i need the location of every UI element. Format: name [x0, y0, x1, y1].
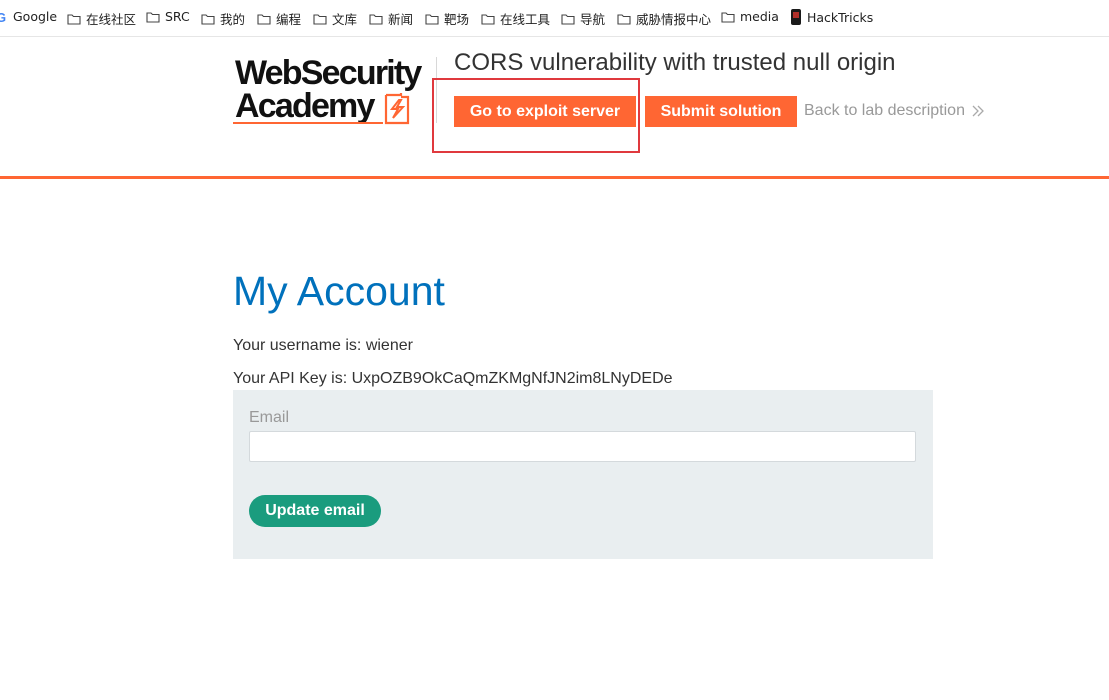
bookmark-google[interactable]: G Google	[0, 9, 57, 24]
svg-text:G: G	[0, 10, 6, 24]
bookmark-label: 新闻	[388, 12, 414, 27]
folder-icon	[425, 13, 439, 25]
email-input[interactable]	[249, 431, 916, 462]
api-key-text: Your API Key is: UxpOZB9OkCaQmZKMgNfJN2i…	[233, 370, 673, 387]
bookmark-folder[interactable]: 靶场	[425, 9, 469, 28]
bookmark-folder[interactable]: 在线工具	[481, 9, 550, 28]
folder-icon	[257, 13, 271, 25]
submit-solution-button[interactable]: Submit solution	[645, 96, 797, 127]
folder-icon	[561, 13, 575, 25]
folder-icon	[313, 13, 327, 25]
lightning-bolt-icon	[384, 93, 410, 125]
bookmark-label: Google	[13, 9, 58, 24]
bookmark-folder[interactable]: 在线社区	[67, 9, 136, 28]
bookmark-label: 我的	[220, 12, 246, 27]
folder-icon	[721, 11, 735, 23]
bookmark-label: 威胁情报中心	[636, 12, 712, 27]
highlight-annotation-box	[432, 78, 640, 153]
username-text: Your username is: wiener	[233, 337, 413, 354]
bookmark-folder[interactable]: SRC	[146, 9, 190, 24]
web-security-academy-logo[interactable]: WebSecurity Academy	[233, 53, 433, 128]
bookmark-label: 在线社区	[86, 12, 137, 27]
update-email-form: Email Update email	[233, 390, 933, 559]
folder-icon	[67, 13, 81, 25]
page-title: My Account	[233, 268, 445, 314]
lab-title: CORS vulnerability with trusted null ori…	[454, 49, 896, 76]
bookmark-label: SRC	[165, 9, 190, 24]
folder-icon	[146, 11, 160, 23]
logo-text-line2: Academy	[235, 87, 375, 125]
bookmark-folder[interactable]: 导航	[561, 9, 605, 28]
folder-icon	[369, 13, 383, 25]
header-separator	[0, 176, 1109, 179]
bookmark-label: 文库	[332, 12, 358, 27]
back-link-label: Back to lab description	[804, 102, 965, 119]
bookmark-label: 在线工具	[500, 12, 551, 27]
folder-icon	[201, 13, 215, 25]
bookmark-folder[interactable]: 我的	[201, 9, 245, 28]
update-email-button[interactable]: Update email	[249, 495, 381, 527]
bookmark-folder[interactable]: 编程	[257, 9, 301, 28]
bookmark-label: 编程	[276, 12, 302, 27]
logo-text-line1: WebSecurity	[235, 54, 422, 92]
logo-underline	[233, 122, 383, 124]
google-icon: G	[0, 10, 6, 24]
bookmarks-bar: G Google 在线社区 SRC 我的 编程 文库 新闻 靶场 在线工具 导航	[0, 0, 1109, 37]
folder-icon	[617, 13, 631, 25]
folder-icon	[481, 13, 495, 25]
bookmark-label: 靶场	[444, 12, 470, 27]
bookmark-folder[interactable]: media	[721, 9, 779, 24]
bookmark-hacktricks[interactable]: HackTricks	[790, 9, 873, 25]
bookmark-label: media	[740, 9, 779, 24]
back-to-lab-description-link[interactable]: Back to lab description	[804, 102, 985, 120]
email-label: Email	[249, 409, 290, 426]
bookmark-label: HackTricks	[807, 9, 874, 25]
bookmark-folder[interactable]: 威胁情报中心	[617, 9, 711, 28]
bookmark-label: 导航	[580, 12, 606, 27]
bookmark-folder[interactable]: 新闻	[369, 9, 413, 28]
double-chevron-right-icon	[972, 105, 984, 117]
hacktricks-icon	[791, 9, 801, 25]
bookmark-folder[interactable]: 文库	[313, 9, 357, 28]
